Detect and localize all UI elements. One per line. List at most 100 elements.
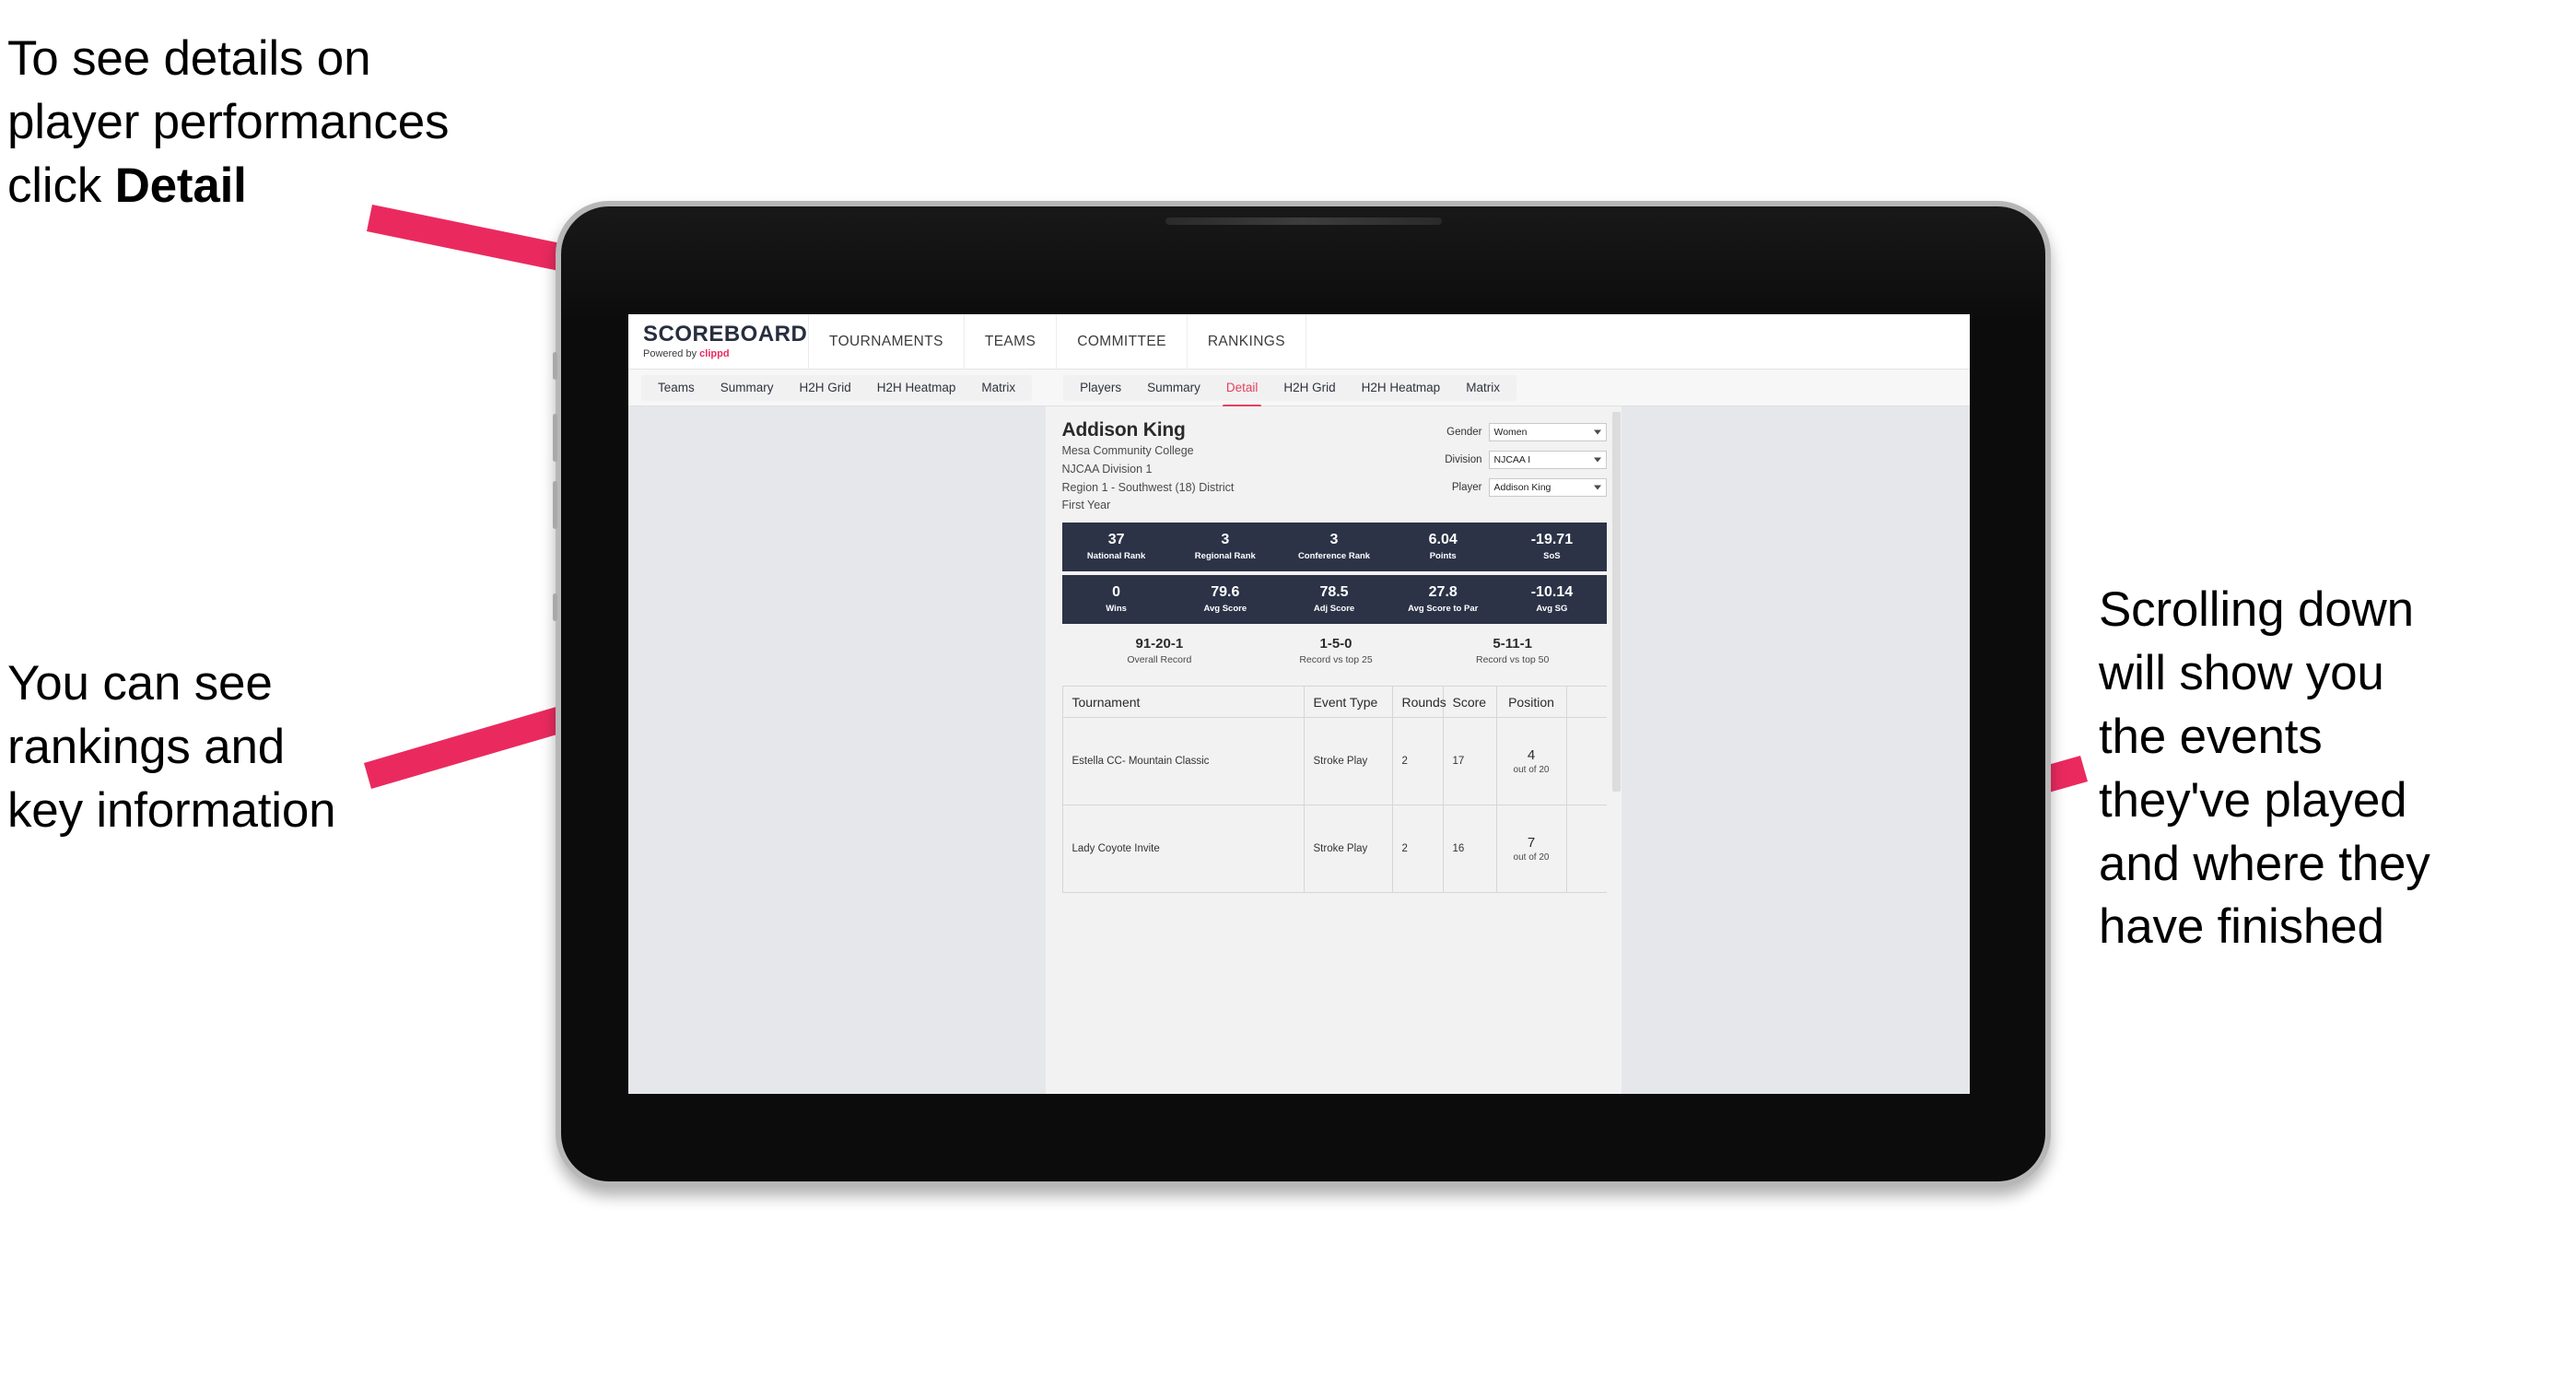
player-school: Mesa Community College xyxy=(1061,444,1194,457)
table-row[interactable]: Estella CC- Mountain Classic Stroke Play… xyxy=(1062,718,1607,805)
cell-tournament: Estella CC- Mountain Classic xyxy=(1063,718,1305,805)
record-vs-top-50: 5-11-1 Record vs top 50 xyxy=(1424,636,1601,665)
tablet-side-button xyxy=(553,352,557,380)
stat-label: National Rank xyxy=(1086,550,1146,561)
brand-powered-prefix: Powered by xyxy=(643,348,700,359)
tab-players-summary[interactable]: Summary xyxy=(1134,375,1213,401)
filter-division: Division NJCAA I xyxy=(1426,451,1607,469)
player-header-row: Addison King Mesa Community College NJCA… xyxy=(1062,419,1607,514)
cell-position: 7 out of 20 xyxy=(1497,805,1567,892)
brand-subtitle: Powered by clippd xyxy=(643,348,808,359)
filter-gender-select[interactable]: Women xyxy=(1488,423,1607,441)
filter-division-select[interactable]: NJCAA I xyxy=(1488,451,1607,469)
tablet-screen: SCOREBOARD Powered by clippd TOURNAMENTS… xyxy=(628,314,1970,1094)
player-year: First Year xyxy=(1061,499,1111,512)
player-identity: Addison King Mesa Community College NJCA… xyxy=(1062,419,1426,514)
brand-title: SCOREBOARD xyxy=(643,322,808,346)
filter-division-value: NJCAA I xyxy=(1493,454,1531,465)
column-header-rounds[interactable]: Rounds xyxy=(1393,687,1446,717)
stat-value: 6.04 xyxy=(1428,532,1458,548)
column-header-score[interactable]: Score xyxy=(1444,687,1497,717)
tab-teams-summary[interactable]: Summary xyxy=(708,375,787,401)
tab-group-players: Players Summary Detail H2H Grid H2H Heat… xyxy=(1063,374,1516,407)
stat-wins: 0 Wins xyxy=(1062,575,1171,624)
tab-players[interactable]: Players xyxy=(1067,375,1134,401)
record-label: Record vs top 50 xyxy=(1475,654,1550,665)
stat-label: Points xyxy=(1429,550,1457,561)
top-navigation: TOURNAMENTS TEAMS COMMITTEE RANKINGS xyxy=(809,314,1306,369)
player-division: NJCAA Division 1 xyxy=(1061,462,1153,476)
cell-position: 4 out of 20 xyxy=(1497,718,1567,805)
nav-rankings[interactable]: RANKINGS xyxy=(1188,314,1306,369)
filter-gender-label: Gender xyxy=(1446,427,1482,438)
visualization-canvas: Addison King Mesa Community College NJCA… xyxy=(628,406,1970,1094)
column-header-event-type[interactable]: Event Type xyxy=(1305,687,1393,717)
position-out-of: out of 20 xyxy=(1513,852,1550,863)
filter-division-label: Division xyxy=(1445,454,1482,465)
chevron-down-icon xyxy=(1593,429,1601,435)
stat-sos: -19.71 SoS xyxy=(1497,523,1606,571)
tablet-device: SCOREBOARD Powered by clippd TOURNAMENTS… xyxy=(553,201,2051,1187)
brand-powered-name: clippd xyxy=(699,348,730,359)
nav-tournaments[interactable]: TOURNAMENTS xyxy=(809,314,965,369)
stat-value: 78.5 xyxy=(1319,584,1349,601)
annotation-top-left-bold: Detail xyxy=(114,158,247,213)
record-vs-top-25: 1-5-0 Record vs top 25 xyxy=(1247,636,1424,665)
filter-gender-value: Women xyxy=(1493,427,1528,438)
record-value: 91-20-1 xyxy=(1135,636,1184,652)
tab-players-detail[interactable]: Detail xyxy=(1213,375,1271,407)
stat-points: 6.04 Points xyxy=(1388,523,1497,571)
stats-band-scoring: 0 Wins 79.6 Avg Score 78.5 Adj Score 27.… xyxy=(1061,575,1607,624)
stat-label: Avg Score xyxy=(1203,603,1247,614)
cell-score: 17 xyxy=(1444,718,1497,805)
chevron-down-icon xyxy=(1593,485,1601,490)
player-name: Addison King xyxy=(1061,419,1186,440)
tab-group-teams: Teams Summary H2H Grid H2H Heatmap Matri… xyxy=(641,374,1033,401)
record-value: 5-11-1 xyxy=(1493,636,1532,652)
brand-logo[interactable]: SCOREBOARD Powered by clippd xyxy=(628,314,809,369)
position-number: 7 xyxy=(1527,835,1536,851)
filter-player: Player Addison King xyxy=(1426,478,1607,497)
stat-label: Avg Score to Par xyxy=(1408,603,1479,614)
records-row: 91-20-1 Overall Record 1-5-0 Record vs t… xyxy=(1062,636,1607,665)
stat-label: Adj Score xyxy=(1313,603,1355,614)
table-header: Tournament Event Type Rounds Score Posit… xyxy=(1062,687,1607,718)
stat-avg-score-to-par: 27.8 Avg Score to Par xyxy=(1388,575,1497,624)
tab-teams[interactable]: Teams xyxy=(645,375,708,401)
tablet-side-button-lower xyxy=(553,593,557,621)
table-body: Estella CC- Mountain Classic Stroke Play… xyxy=(1062,718,1607,893)
tab-teams-h2h-heatmap[interactable]: H2H Heatmap xyxy=(864,375,969,401)
player-region: Region 1 - Southwest (18) District xyxy=(1061,480,1235,494)
position-out-of: out of 20 xyxy=(1513,765,1550,775)
stat-avg-sg: -10.14 Avg SG xyxy=(1497,575,1606,624)
annotation-mid-left: You can see rankings and key information xyxy=(7,656,336,838)
tab-teams-h2h-grid[interactable]: H2H Grid xyxy=(787,375,864,401)
table-row[interactable]: Lady Coyote Invite Stroke Play 2 16 7 ou… xyxy=(1062,805,1607,893)
annotation-top-left: To see details on player performances cl… xyxy=(7,28,634,218)
filter-player-value: Addison King xyxy=(1493,482,1551,493)
cell-event-type: Stroke Play xyxy=(1305,718,1393,805)
column-header-tournament[interactable]: Tournament xyxy=(1063,687,1305,717)
tab-players-h2h-heatmap[interactable]: H2H Heatmap xyxy=(1349,375,1454,401)
slide-canvas: To see details on player performances cl… xyxy=(0,0,2576,1386)
nav-committee[interactable]: COMMITTEE xyxy=(1057,314,1188,369)
record-value: 1-5-0 xyxy=(1319,636,1352,652)
chevron-down-icon xyxy=(1593,457,1601,463)
tab-players-matrix[interactable]: Matrix xyxy=(1453,375,1513,401)
stat-value: 27.8 xyxy=(1428,584,1458,601)
stat-value: 0 xyxy=(1112,584,1121,601)
stat-value: -19.71 xyxy=(1530,532,1574,548)
vertical-scrollbar[interactable] xyxy=(1610,410,1622,1090)
stat-regional-rank: 3 Regional Rank xyxy=(1171,523,1280,571)
player-detail-sheet: Addison King Mesa Community College NJCA… xyxy=(1045,406,1622,1094)
scrollbar-thumb[interactable] xyxy=(1611,412,1621,792)
filter-player-select[interactable]: Addison King xyxy=(1488,478,1607,497)
stat-conference-rank: 3 Conference Rank xyxy=(1280,523,1388,571)
sub-tab-bar: Teams Summary H2H Grid H2H Heatmap Matri… xyxy=(628,370,1970,407)
position-number: 4 xyxy=(1527,747,1536,763)
tab-teams-matrix[interactable]: Matrix xyxy=(968,375,1028,401)
nav-teams[interactable]: TEAMS xyxy=(965,314,1058,369)
tab-players-h2h-grid[interactable]: H2H Grid xyxy=(1270,375,1348,401)
stat-value: 3 xyxy=(1329,532,1339,548)
column-header-position[interactable]: Position xyxy=(1497,687,1567,717)
